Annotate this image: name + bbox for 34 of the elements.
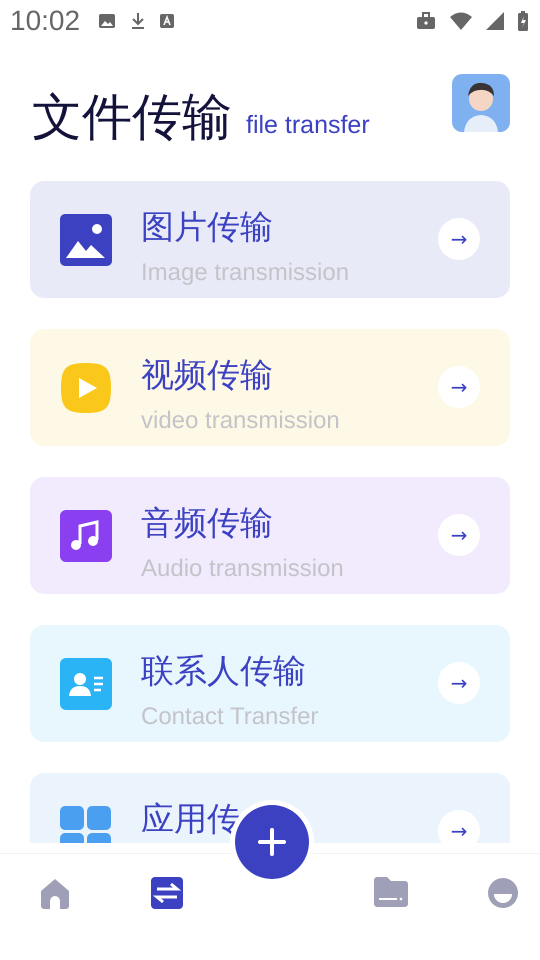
card-title: 音频传输 xyxy=(141,503,273,543)
music-note-icon xyxy=(60,510,112,562)
page-subtitle: file transfer xyxy=(246,111,370,140)
arrow-button[interactable]: → xyxy=(438,514,480,556)
apps-grid-icon xyxy=(60,806,112,843)
transfer-card[interactable]: 视频传输 video transmission → xyxy=(30,329,510,446)
contact-card-icon xyxy=(60,658,112,710)
briefcase-icon xyxy=(416,12,436,30)
play-icon xyxy=(60,362,112,414)
text-icon xyxy=(160,14,174,28)
download-icon xyxy=(130,12,146,30)
arrow-button[interactable]: → xyxy=(438,366,480,408)
avatar[interactable] xyxy=(452,74,510,132)
battery-icon xyxy=(518,11,528,31)
card-title: 应用传 xyxy=(141,799,240,839)
swap-icon[interactable] xyxy=(151,877,183,909)
card-title: 联系人传输 xyxy=(141,651,306,691)
card-subtitle: video transmission xyxy=(141,407,340,435)
status-time: 10:02 xyxy=(10,5,80,37)
home-icon[interactable] xyxy=(39,877,71,909)
image-icon xyxy=(60,214,112,266)
folder-icon[interactable] xyxy=(374,877,408,907)
transfer-card[interactable]: 应用传 → xyxy=(30,773,510,843)
signal-icon xyxy=(486,12,504,30)
page-title: 文件传输 xyxy=(32,92,232,142)
card-title: 视频传输 xyxy=(141,355,273,395)
wifi-icon xyxy=(450,12,472,30)
plus-icon xyxy=(257,827,287,857)
card-title: 图片传输 xyxy=(141,207,273,247)
image-icon xyxy=(98,13,116,29)
arrow-button[interactable]: → xyxy=(438,662,480,704)
arrow-button[interactable]: → xyxy=(438,218,480,260)
arrow-button[interactable]: → xyxy=(438,810,480,843)
profile-icon[interactable] xyxy=(487,877,519,909)
